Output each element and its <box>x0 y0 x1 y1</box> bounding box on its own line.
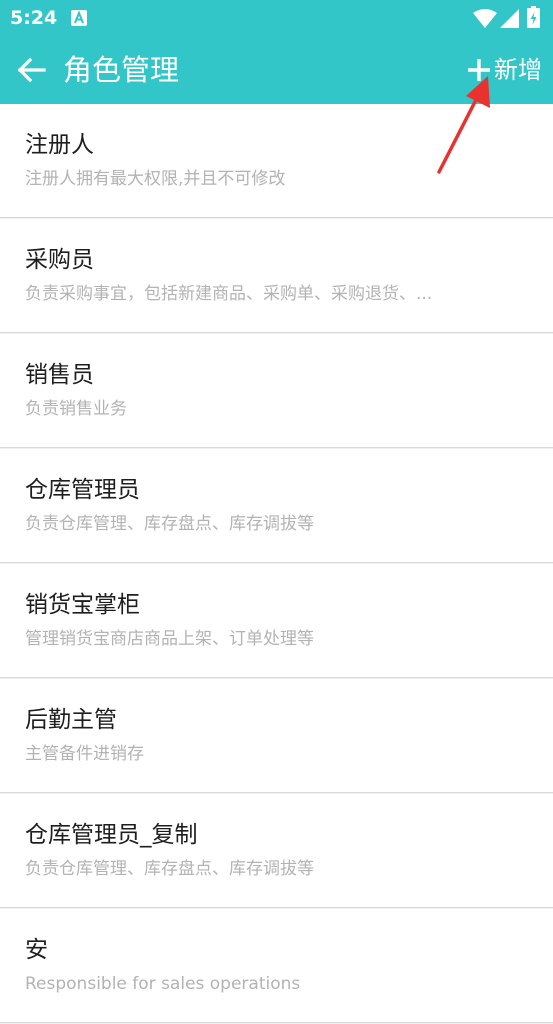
role-description: 管理销货宝商店商品上架、订单处理等 <box>25 629 314 649</box>
role-item-registrant[interactable]: 注册人 注册人拥有最大权限,并且不可修改 <box>0 104 553 218</box>
role-description: 负责仓库管理、库存盘点、库存调拔等 <box>25 514 314 534</box>
role-name: 后勤主管 <box>25 707 117 733</box>
role-description: 负责采购事宜，包括新建商品、采购单、采购退货、... <box>25 284 433 304</box>
role-item-an[interactable]: 安 Responsible for sales operations <box>0 909 553 1023</box>
role-description: 负责销售业务 <box>25 399 127 419</box>
back-button[interactable] <box>14 52 50 88</box>
role-name: 安 <box>25 937 48 963</box>
role-name: 采购员 <box>25 247 94 273</box>
role-name: 注册人 <box>25 132 94 158</box>
add-role-button[interactable]: 新增 <box>466 52 542 88</box>
role-item-purchaser[interactable]: 采购员 负责采购事宜，包括新建商品、采购单、采购退货、... <box>0 219 553 333</box>
role-description: 注册人拥有最大权限,并且不可修改 <box>25 169 286 189</box>
status-time: 5:24 <box>10 7 58 29</box>
role-list: 注册人 注册人拥有最大权限,并且不可修改 采购员 负责采购事宜，包括新建商品、采… <box>0 104 553 1024</box>
role-description: Responsible for sales operations <box>25 974 301 994</box>
role-item-warehouse-manager[interactable]: 仓库管理员 负责仓库管理、库存盘点、库存调拔等 <box>0 449 553 563</box>
role-description: 主管备件进销存 <box>25 744 144 764</box>
wifi-icon <box>473 9 497 28</box>
role-name: 销货宝掌柜 <box>25 592 140 618</box>
role-name: 仓库管理员_复制 <box>25 822 198 848</box>
role-name: 销售员 <box>25 362 94 388</box>
status-bar: 5:24 <box>0 0 553 38</box>
notification-a-icon <box>71 10 87 26</box>
role-item-warehouse-manager-copy[interactable]: 仓库管理员_复制 负责仓库管理、库存盘点、库存调拔等 <box>0 794 553 908</box>
add-button-label: 新增 <box>494 56 542 84</box>
role-item-shop-keeper[interactable]: 销货宝掌柜 管理销货宝商店商品上架、订单处理等 <box>0 564 553 678</box>
role-description: 负责仓库管理、库存盘点、库存调拔等 <box>25 859 314 879</box>
role-item-logistics-supervisor[interactable]: 后勤主管 主管备件进销存 <box>0 679 553 793</box>
role-item-salesperson[interactable]: 销售员 负责销售业务 <box>0 334 553 448</box>
battery-icon <box>527 6 540 28</box>
role-name: 仓库管理员 <box>25 477 140 503</box>
signal-icon <box>500 9 519 28</box>
arrow-left-icon <box>17 57 46 83</box>
plus-icon <box>468 59 490 81</box>
app-header: 5:24 角色管理 新增 <box>0 0 553 104</box>
page-title: 角色管理 <box>63 53 180 87</box>
